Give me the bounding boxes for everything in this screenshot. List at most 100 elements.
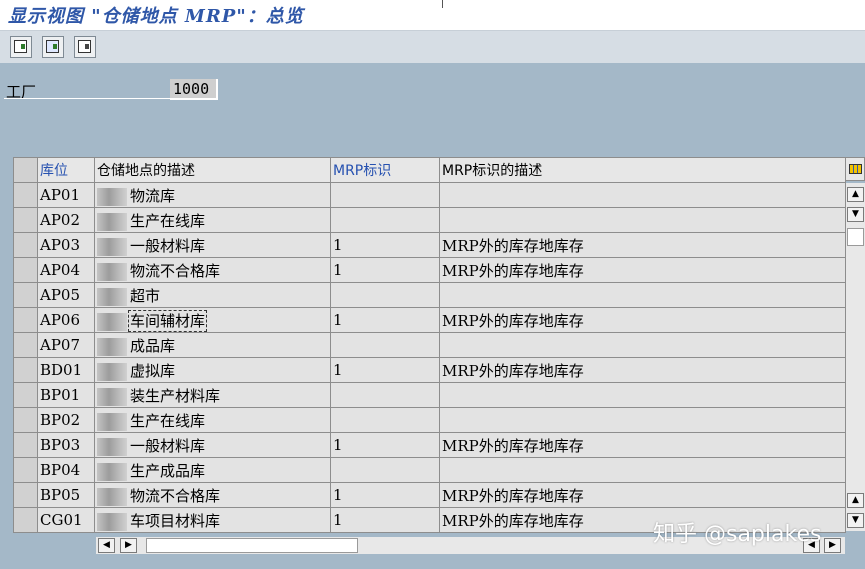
table-row[interactable]: BP01 装生产材料库 [13,382,846,408]
mrp-description-cell[interactable]: MRP外的库存地库存 [439,357,846,383]
location-code-cell[interactable]: BP04 [37,457,95,483]
mrp-indicator-cell[interactable]: 1 [330,357,440,383]
mrp-description-cell[interactable]: MRP外的库存地库存 [439,307,846,333]
mrp-description-cell[interactable] [439,182,846,208]
mrp-description-cell[interactable] [439,332,846,358]
mrp-indicator-cell[interactable]: 1 [330,232,440,258]
column-header-description[interactable]: 仓储地点的描述 [94,157,331,183]
table-row[interactable]: AP01 物流库 [13,182,846,208]
details-button[interactable] [10,36,32,58]
location-code-cell[interactable]: BD01 [37,357,95,383]
row-selector[interactable] [13,507,38,533]
mrp-indicator-cell[interactable]: 1 [330,432,440,458]
table-row[interactable]: BD01 虚拟库 1 MRP外的库存地库存 [13,357,846,383]
mrp-description-cell[interactable] [439,457,846,483]
row-selector[interactable] [13,232,38,258]
row-selector[interactable] [13,282,38,308]
location-code-cell[interactable]: AP03 [37,232,95,258]
location-description-cell[interactable]: 物流不合格库 [94,257,331,283]
location-description-cell[interactable]: 车间辅材库 [94,307,331,333]
row-selector[interactable] [13,332,38,358]
location-code-cell[interactable]: AP01 [37,182,95,208]
column-header-location[interactable]: 库位 [37,157,95,183]
scroll-up-button[interactable]: ▲ [847,187,864,202]
location-description-cell[interactable]: 装生产材料库 [94,382,331,408]
mrp-description-cell[interactable]: MRP外的库存地库存 [439,482,846,508]
location-description-cell[interactable]: 一般材料库 [94,432,331,458]
location-code-cell[interactable]: AP07 [37,332,95,358]
location-code-cell[interactable]: BP02 [37,407,95,433]
table-row[interactable]: AP03 一般材料库 1 MRP外的库存地库存 [13,232,846,258]
location-description-cell[interactable]: 物流库 [94,182,331,208]
table-row[interactable]: BP03 一般材料库 1 MRP外的库存地库存 [13,432,846,458]
table-row[interactable]: BP04 生产成品库 [13,457,846,483]
scroll-down-button[interactable]: ▼ [847,513,864,528]
mrp-description-cell[interactable]: MRP外的库存地库存 [439,232,846,258]
mrp-description-cell[interactable] [439,382,846,408]
vertical-scrollbar[interactable]: ▲ ▼ ▲ ▼ [846,183,865,531]
mrp-indicator-cell[interactable] [330,282,440,308]
table-row[interactable]: BP05 物流不合格库 1 MRP外的库存地库存 [13,482,846,508]
mrp-indicator-cell[interactable] [330,457,440,483]
scroll-page-down-button[interactable]: ▼ [847,207,864,222]
location-code-cell[interactable]: BP01 [37,382,95,408]
scroll-left-button[interactable]: ◀ [98,538,115,553]
table-settings-button[interactable] [845,157,865,181]
mrp-description-cell[interactable] [439,407,846,433]
row-selector[interactable] [13,182,38,208]
location-description-cell[interactable]: 生产在线库 [94,207,331,233]
row-selector[interactable] [13,357,38,383]
table-row[interactable]: BP02 生产在线库 [13,407,846,433]
mrp-indicator-cell[interactable] [330,182,440,208]
deselect-button[interactable] [74,36,96,58]
location-description-cell[interactable]: 物流不合格库 [94,482,331,508]
mrp-indicator-cell[interactable] [330,382,440,408]
mrp-indicator-cell[interactable]: 1 [330,307,440,333]
mrp-indicator-cell[interactable] [330,332,440,358]
scroll-page-up-button[interactable]: ▲ [847,493,864,508]
mrp-indicator-cell[interactable] [330,407,440,433]
location-description-cell[interactable]: 成品库 [94,332,331,358]
horizontal-scroll-thumb[interactable] [146,538,358,553]
location-code-cell[interactable]: AP05 [37,282,95,308]
location-code-cell[interactable]: CG01 [37,507,95,533]
row-selector[interactable] [13,382,38,408]
location-description-cell[interactable]: 虚拟库 [94,357,331,383]
row-selector[interactable] [13,207,38,233]
row-selector[interactable] [13,307,38,333]
column-header-mrp-description[interactable]: MRP标识的描述 [439,157,846,183]
mrp-indicator-cell[interactable] [330,207,440,233]
location-code-cell[interactable]: AP02 [37,207,95,233]
location-description-cell[interactable]: 生产在线库 [94,407,331,433]
location-description-cell[interactable]: 生产成品库 [94,457,331,483]
scroll-right-button[interactable]: ▶ [120,538,137,553]
table-row[interactable]: AP05 超市 [13,282,846,308]
location-description-cell[interactable]: 一般材料库 [94,232,331,258]
table-row[interactable]: AP02 生产在线库 [13,207,846,233]
mrp-description-cell[interactable]: MRP外的库存地库存 [439,432,846,458]
scroll-far-right-button[interactable]: ▶ [824,538,841,553]
row-selector[interactable] [13,257,38,283]
vertical-scroll-thumb[interactable] [847,228,864,246]
location-description-cell[interactable]: 超市 [94,282,331,308]
select-all-button[interactable] [42,36,64,58]
mrp-description-cell[interactable] [439,207,846,233]
table-row[interactable]: AP07 成品库 [13,332,846,358]
row-selector[interactable] [13,482,38,508]
mrp-indicator-cell[interactable]: 1 [330,482,440,508]
row-selector[interactable] [13,407,38,433]
location-code-cell[interactable]: AP04 [37,257,95,283]
location-code-cell[interactable]: BP03 [37,432,95,458]
location-code-cell[interactable]: BP05 [37,482,95,508]
mrp-indicator-cell[interactable]: 1 [330,507,440,533]
column-header-mrp-indicator[interactable]: MRP标识 [330,157,440,183]
table-row[interactable]: AP06 车间辅材库 1 MRP外的库存地库存 [13,307,846,333]
mrp-description-cell[interactable]: MRP外的库存地库存 [439,257,846,283]
location-code-cell[interactable]: AP06 [37,307,95,333]
mrp-indicator-cell[interactable]: 1 [330,257,440,283]
row-selector[interactable] [13,432,38,458]
mrp-description-cell[interactable] [439,282,846,308]
location-description-cell[interactable]: 车项目材料库 [94,507,331,533]
select-all-cell[interactable] [13,157,38,183]
table-row[interactable]: AP04 物流不合格库 1 MRP外的库存地库存 [13,257,846,283]
